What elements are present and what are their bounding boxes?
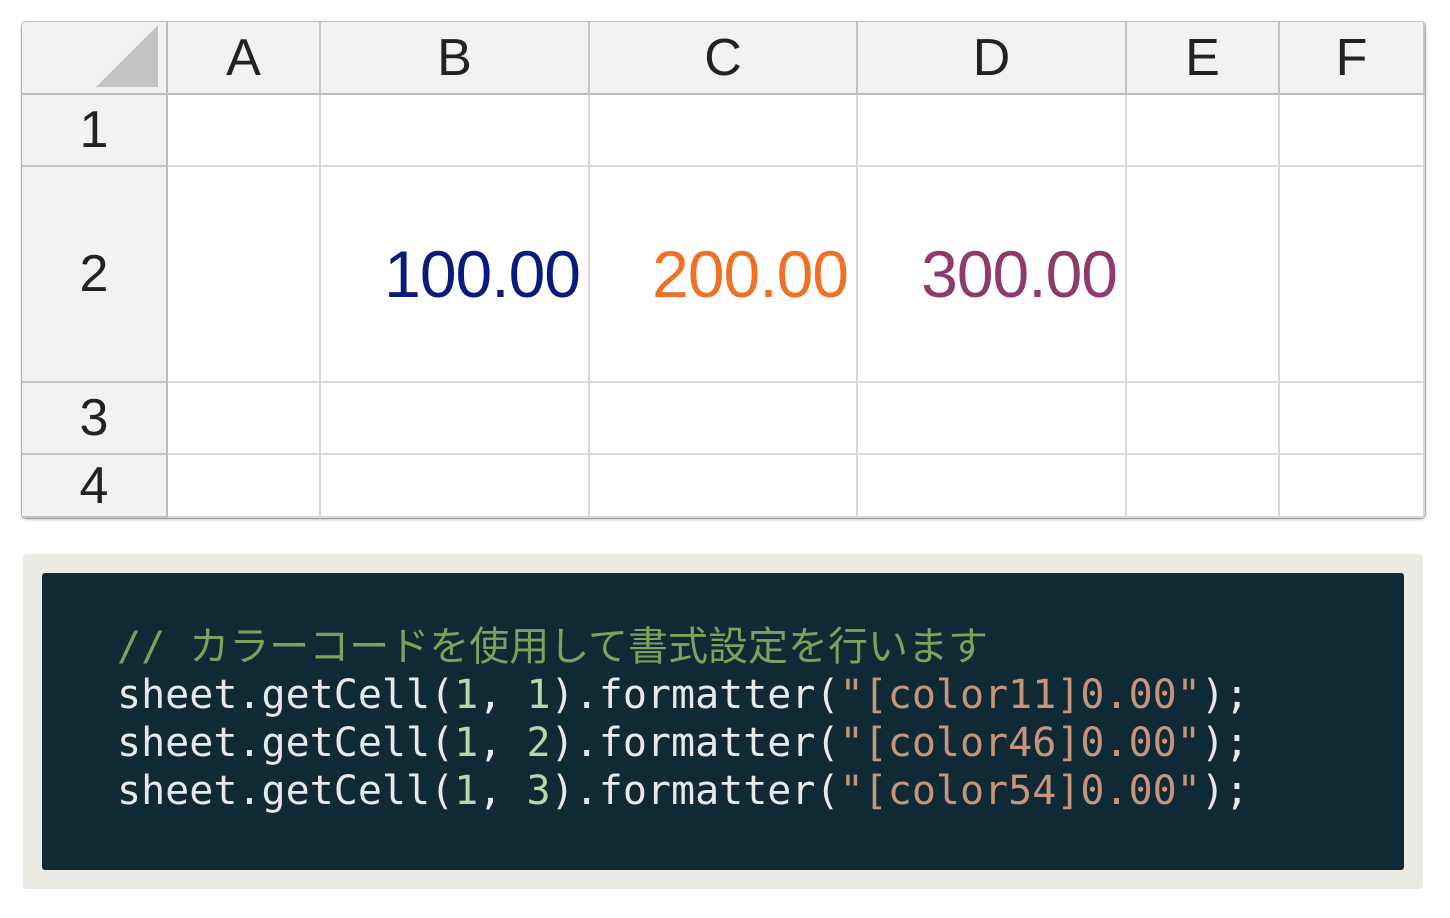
code-block: // カラーコードを使用して書式設定を行います sheet.getCell(1, … [42,573,1404,870]
code-token-open2: ( [815,720,840,766]
cell-d3[interactable] [858,383,1127,455]
cell-c2[interactable]: 200.00 [590,167,858,383]
code-sample-frame: // カラーコードを使用して書式設定を行います sheet.getCell(1, … [23,554,1423,889]
code-token-arg: "[color46]0.00" [839,720,1201,766]
code-token-open: ( [430,720,455,766]
cell-b3[interactable] [321,383,590,455]
cell-c3[interactable] [590,383,858,455]
code-token-open: ( [430,768,455,814]
cell-b2[interactable]: 100.00 [321,167,590,383]
code-text: // カラーコードを使用して書式設定を行います sheet.getCell(1, … [117,623,1249,815]
code-token-sep: , [478,768,527,814]
select-all-corner[interactable] [22,22,168,95]
cell-e3[interactable] [1127,383,1280,455]
code-token-open2: ( [815,768,840,814]
code-token-open: ( [430,672,455,718]
code-token-method2: formatter [598,768,816,814]
code-line: sheet.getCell(1, 2).formatter("[color46]… [117,719,1249,767]
cell-e4[interactable] [1127,455,1280,518]
code-token-close: ) [550,720,575,766]
cell-a3[interactable] [168,383,321,455]
column-header-b[interactable]: B [321,22,590,95]
code-token-dot1: . [237,720,262,766]
row-header-4[interactable]: 4 [22,455,168,518]
cell-e2[interactable] [1127,167,1280,383]
cell-f1[interactable] [1280,95,1425,167]
code-token-arg: "[color54]0.00" [839,768,1201,814]
row-header-1[interactable]: 1 [22,95,168,167]
code-token-obj: sheet [117,768,238,814]
cell-c4[interactable] [590,455,858,518]
cell-a1[interactable] [168,95,321,167]
cell-d1[interactable] [858,95,1127,167]
cell-f3[interactable] [1280,383,1425,455]
code-token-col: 1 [526,672,551,718]
code-token-method: getCell [261,720,431,766]
code-comment: // カラーコードを使用して書式設定を行います [117,624,989,670]
code-token-row: 1 [454,672,479,718]
code-token-method2: formatter [598,672,816,718]
cell-f2[interactable] [1280,167,1425,383]
row-header-2[interactable]: 2 [22,167,168,383]
cell-grid: A B C D E F 1 2 3 4 100.00 200.00 300.00 [22,22,1425,518]
select-all-triangle-icon [96,25,158,87]
code-token-col: 3 [526,768,551,814]
code-token-close: ) [550,672,575,718]
column-header-f[interactable]: F [1280,22,1425,95]
cell-b4[interactable] [321,455,590,518]
code-token-dot2: . [574,672,599,718]
code-token-dot1: . [237,768,262,814]
column-header-e[interactable]: E [1127,22,1280,95]
cell-a2[interactable] [168,167,321,383]
cell-d4[interactable] [858,455,1127,518]
code-token-method: getCell [261,672,431,718]
code-token-row: 1 [454,768,479,814]
code-token-end: ); [1200,672,1249,718]
code-token-sep: , [478,672,527,718]
code-token-row: 1 [454,720,479,766]
column-header-d[interactable]: D [858,22,1127,95]
code-token-arg: "[color11]0.00" [839,672,1201,718]
code-line: sheet.getCell(1, 1).formatter("[color11]… [117,671,1249,719]
code-token-method2: formatter [598,720,816,766]
code-token-obj: sheet [117,672,238,718]
code-token-dot2: . [574,720,599,766]
code-token-end: ); [1200,768,1249,814]
code-token-dot1: . [237,672,262,718]
cell-d2[interactable]: 300.00 [858,167,1127,383]
cell-a4[interactable] [168,455,321,518]
code-token-open2: ( [815,672,840,718]
code-token-dot2: . [574,768,599,814]
cell-c1[interactable] [590,95,858,167]
code-line: sheet.getCell(1, 3).formatter("[color54]… [117,767,1249,815]
code-token-sep: , [478,720,527,766]
code-token-obj: sheet [117,720,238,766]
code-token-method: getCell [261,768,431,814]
code-token-end: ); [1200,720,1249,766]
row-header-3[interactable]: 3 [22,383,168,455]
cell-b1[interactable] [321,95,590,167]
code-token-col: 2 [526,720,551,766]
spreadsheet-grid: A B C D E F 1 2 3 4 100.00 200.00 300.00 [22,22,1425,518]
cell-f4[interactable] [1280,455,1425,518]
column-header-c[interactable]: C [590,22,858,95]
code-token-close: ) [550,768,575,814]
column-header-a[interactable]: A [168,22,321,95]
cell-e1[interactable] [1127,95,1280,167]
